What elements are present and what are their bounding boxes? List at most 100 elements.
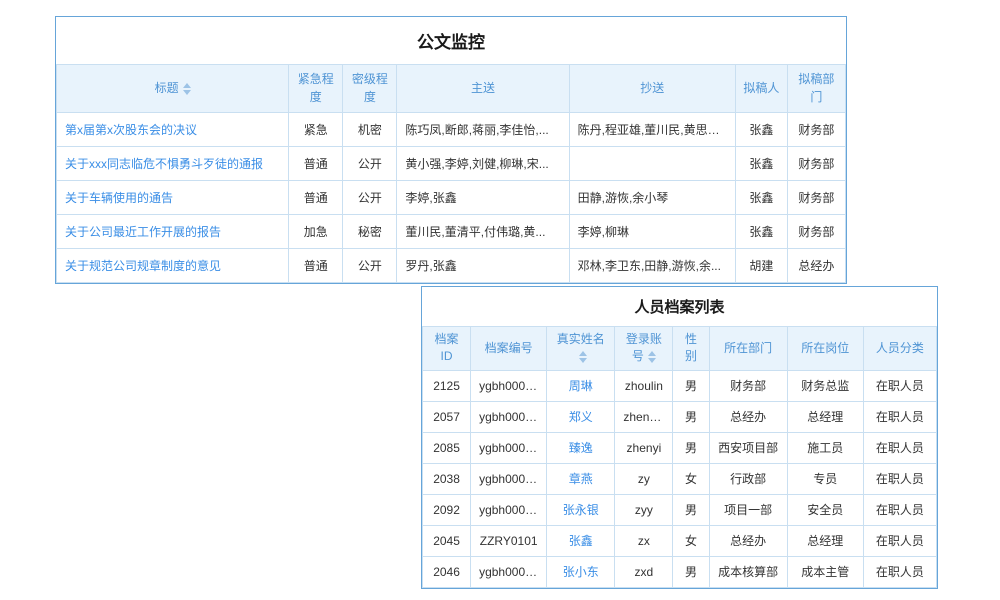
cell-department: 财务部 bbox=[709, 370, 787, 401]
cell-main-send: 李婷,张鑫 bbox=[397, 181, 569, 215]
cell-login-account: zxd bbox=[615, 556, 673, 587]
col-header-archive-id: 档案ID bbox=[423, 327, 471, 371]
personnel-table: 档案ID 档案编号 真实姓名 登录账号 性别 所在部门 所在岗位 人员分类 21… bbox=[422, 326, 937, 588]
sort-icon[interactable] bbox=[579, 351, 587, 363]
cell-position: 成本主管 bbox=[787, 556, 863, 587]
cell-position: 总经理 bbox=[787, 525, 863, 556]
cell-login-account: zhenyi bbox=[615, 432, 673, 463]
cell-draft-dept: 财务部 bbox=[787, 147, 845, 181]
cell-drafter: 张鑫 bbox=[735, 147, 787, 181]
cell-department: 行政部 bbox=[709, 463, 787, 494]
cell-position: 安全员 bbox=[787, 494, 863, 525]
cell-department: 总经办 bbox=[709, 401, 787, 432]
doc-title-link[interactable]: 关于公司最近工作开展的报告 bbox=[65, 225, 221, 239]
col-header-real-name[interactable]: 真实姓名 bbox=[547, 327, 615, 371]
cell-cc: 邓林,李卫东,田静,游恢,余... bbox=[569, 249, 735, 283]
cell-archive-no: ygbh000050 bbox=[471, 556, 547, 587]
cell-urgency: 加急 bbox=[289, 215, 343, 249]
col-header-secrecy: 密级程度 bbox=[343, 65, 397, 113]
cell-department: 西安项目部 bbox=[709, 432, 787, 463]
personnel-title: 人员档案列表 bbox=[422, 287, 937, 326]
person-name-link[interactable]: 郑义 bbox=[569, 410, 593, 424]
table-row: 2085 ygbh000111 臻逸 zhenyi 男 西安项目部 施工员 在职… bbox=[423, 432, 937, 463]
person-name-link[interactable]: 章燕 bbox=[569, 472, 593, 486]
col-header-gender: 性别 bbox=[673, 327, 709, 371]
cell-archive-no: ygbh000111 bbox=[471, 432, 547, 463]
cell-urgency: 普通 bbox=[289, 181, 343, 215]
cell-drafter: 张鑫 bbox=[735, 113, 787, 147]
cell-cc bbox=[569, 147, 735, 181]
cell-category: 在职人员 bbox=[863, 463, 936, 494]
cell-cc: 陈丹,程亚雄,董川民,黄思璐... bbox=[569, 113, 735, 147]
cell-main-send: 陈巧凤,断郎,蒋丽,李佳怡,... bbox=[397, 113, 569, 147]
cell-gender: 女 bbox=[673, 463, 709, 494]
cell-category: 在职人员 bbox=[863, 525, 936, 556]
cell-archive-id: 2085 bbox=[423, 432, 471, 463]
cell-position: 专员 bbox=[787, 463, 863, 494]
personnel-header-row: 档案ID 档案编号 真实姓名 登录账号 性别 所在部门 所在岗位 人员分类 bbox=[423, 327, 937, 371]
cell-draft-dept: 总经办 bbox=[787, 249, 845, 283]
cell-archive-no: ygbh000104 bbox=[471, 494, 547, 525]
cell-archive-id: 2045 bbox=[423, 525, 471, 556]
cell-secrecy: 公开 bbox=[343, 181, 397, 215]
cell-category: 在职人员 bbox=[863, 432, 936, 463]
cell-login-account: zx bbox=[615, 525, 673, 556]
cell-gender: 男 bbox=[673, 494, 709, 525]
doc-title-link[interactable]: 关于车辆使用的通告 bbox=[65, 191, 173, 205]
cell-archive-id: 2125 bbox=[423, 370, 471, 401]
person-name-link[interactable]: 臻逸 bbox=[569, 441, 593, 455]
table-row: 关于公司最近工作开展的报告 加急 秘密 董川民,董清平,付伟璐,黄... 李婷,… bbox=[57, 215, 846, 249]
doc-header-row: 标题 紧急程度 密级程度 主送 抄送 拟稿人 拟稿部门 bbox=[57, 65, 846, 113]
cell-archive-no: ygbh000038 bbox=[471, 463, 547, 494]
table-row: 关于xxx同志临危不惧勇斗歹徒的通报 普通 公开 黄小强,李婷,刘健,柳琳,宋.… bbox=[57, 147, 846, 181]
cell-archive-no: ygbh000068 bbox=[471, 401, 547, 432]
doc-monitor-title: 公文监控 bbox=[56, 17, 846, 64]
col-header-main-send: 主送 bbox=[397, 65, 569, 113]
doc-monitor-table: 标题 紧急程度 密级程度 主送 抄送 拟稿人 拟稿部门 第x届第x次股东会的决议… bbox=[56, 64, 846, 283]
cell-category: 在职人员 bbox=[863, 370, 936, 401]
table-row: 2038 ygbh000038 章燕 zy 女 行政部 专员 在职人员 bbox=[423, 463, 937, 494]
cell-login-account: zhoulin bbox=[615, 370, 673, 401]
cell-login-account: zyy bbox=[615, 494, 673, 525]
cell-department: 成本核算部 bbox=[709, 556, 787, 587]
table-row: 2092 ygbh000104 张永银 zyy 男 项目一部 安全员 在职人员 bbox=[423, 494, 937, 525]
person-name-link[interactable]: 张永银 bbox=[563, 503, 599, 517]
cell-position: 财务总监 bbox=[787, 370, 863, 401]
cell-cc: 李婷,柳琳 bbox=[569, 215, 735, 249]
col-header-cc: 抄送 bbox=[569, 65, 735, 113]
table-row: 2125 ygbh000070 周琳 zhoulin 男 财务部 财务总监 在职… bbox=[423, 370, 937, 401]
cell-category: 在职人员 bbox=[863, 556, 936, 587]
col-header-department: 所在部门 bbox=[709, 327, 787, 371]
cell-gender: 男 bbox=[673, 432, 709, 463]
col-header-category: 人员分类 bbox=[863, 327, 936, 371]
cell-drafter: 张鑫 bbox=[735, 215, 787, 249]
table-row: 2046 ygbh000050 张小东 zxd 男 成本核算部 成本主管 在职人… bbox=[423, 556, 937, 587]
cell-secrecy: 秘密 bbox=[343, 215, 397, 249]
cell-main-send: 罗丹,张鑫 bbox=[397, 249, 569, 283]
cell-department: 项目一部 bbox=[709, 494, 787, 525]
person-name-link[interactable]: 周琳 bbox=[569, 379, 593, 393]
person-name-link[interactable]: 张小东 bbox=[563, 565, 599, 579]
cell-cc: 田静,游恢,余小琴 bbox=[569, 181, 735, 215]
cell-archive-id: 2038 bbox=[423, 463, 471, 494]
col-header-real-name-label: 真实姓名 bbox=[557, 332, 605, 346]
cell-gender: 男 bbox=[673, 370, 709, 401]
doc-title-link[interactable]: 关于xxx同志临危不惧勇斗歹徒的通报 bbox=[65, 157, 263, 171]
cell-secrecy: 机密 bbox=[343, 113, 397, 147]
cell-drafter: 张鑫 bbox=[735, 181, 787, 215]
cell-secrecy: 公开 bbox=[343, 147, 397, 181]
col-header-login-account[interactable]: 登录账号 bbox=[615, 327, 673, 371]
table-row: 2057 ygbh000068 郑义 zhengyi 男 总经办 总经理 在职人… bbox=[423, 401, 937, 432]
cell-secrecy: 公开 bbox=[343, 249, 397, 283]
sort-icon[interactable] bbox=[183, 83, 191, 95]
col-header-title[interactable]: 标题 bbox=[57, 65, 289, 113]
cell-urgency: 紧急 bbox=[289, 113, 343, 147]
sort-icon[interactable] bbox=[648, 351, 656, 363]
cell-position: 施工员 bbox=[787, 432, 863, 463]
cell-gender: 男 bbox=[673, 556, 709, 587]
doc-title-link[interactable]: 关于规范公司规章制度的意见 bbox=[65, 259, 221, 273]
doc-title-link[interactable]: 第x届第x次股东会的决议 bbox=[65, 123, 197, 137]
cell-drafter: 胡建 bbox=[735, 249, 787, 283]
cell-gender: 男 bbox=[673, 401, 709, 432]
person-name-link[interactable]: 张鑫 bbox=[569, 534, 593, 548]
